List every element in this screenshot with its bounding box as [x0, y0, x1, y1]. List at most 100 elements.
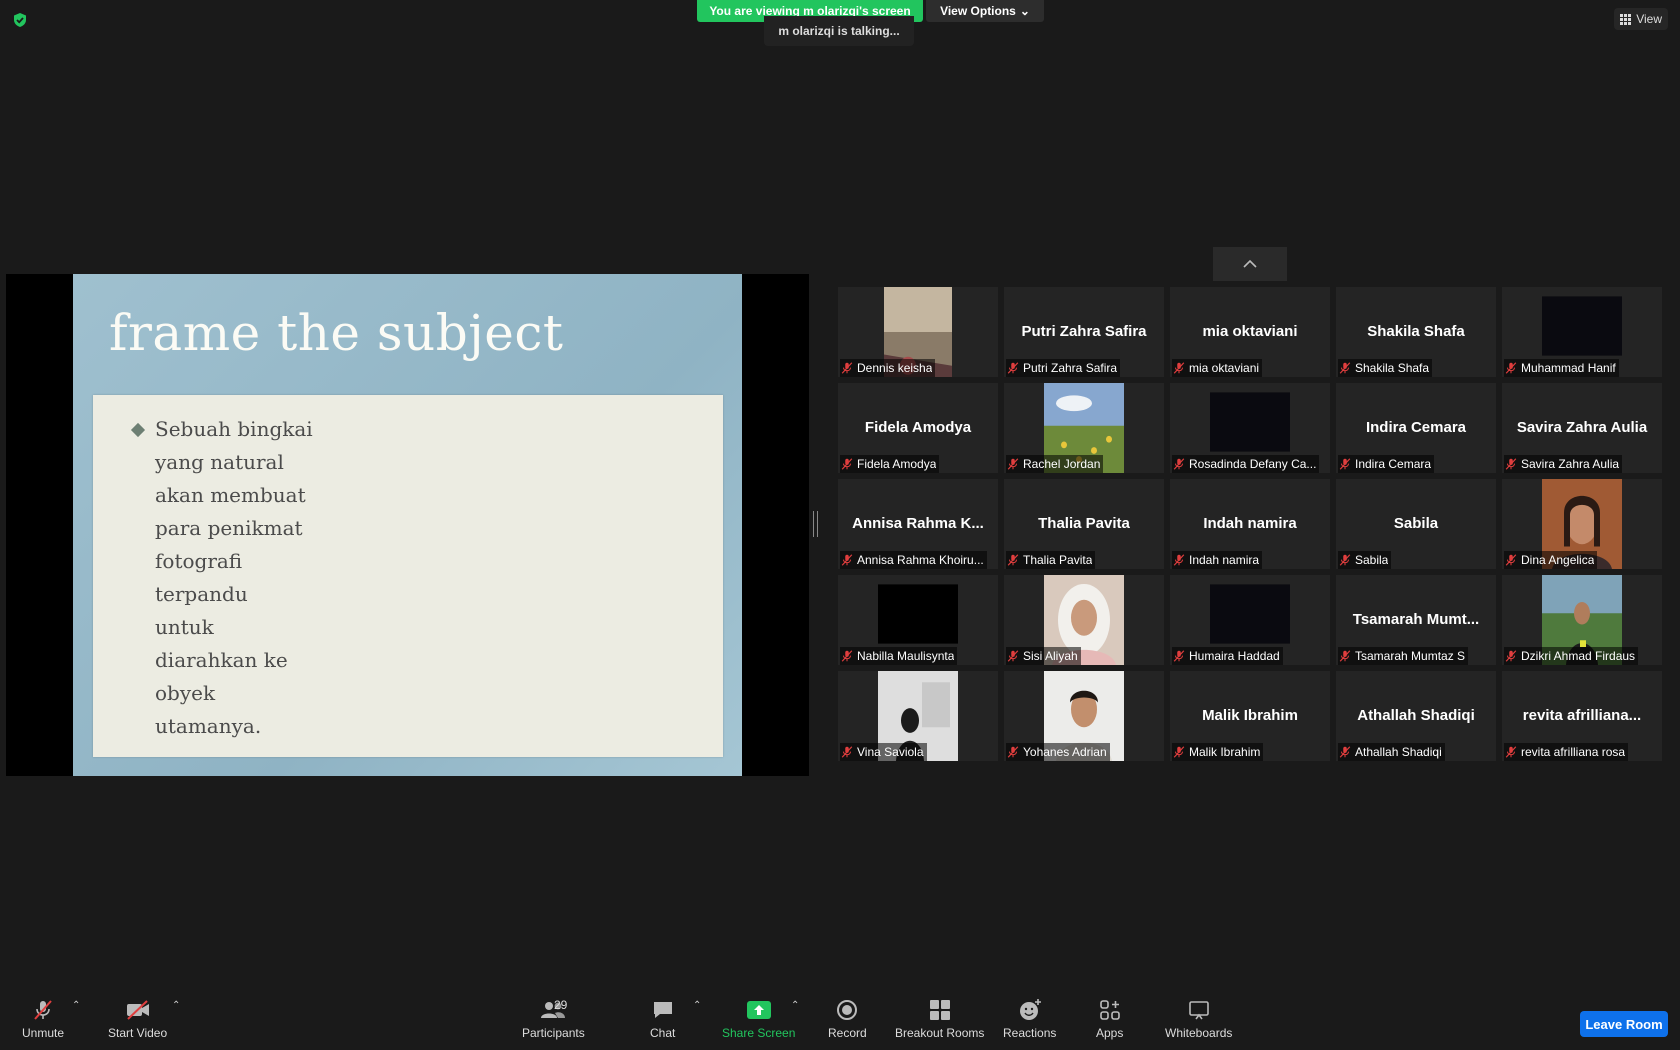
whiteboard-icon	[1188, 1001, 1209, 1020]
participant-tile[interactable]: Vina Saviola	[838, 671, 998, 761]
participant-name-label: Tsamarah Mumtaz S	[1338, 647, 1469, 665]
participant-name-label: Shakila Shafa	[1338, 359, 1433, 377]
participant-name: Annisa Rahma Khoiru...	[857, 553, 984, 567]
participants-button[interactable]: 29 Participants	[522, 998, 585, 1040]
participant-name: Thalia Pavita	[1023, 553, 1093, 567]
participant-name: Rosadinda Defany Ca...	[1189, 457, 1317, 471]
split-resize-handle[interactable]	[813, 511, 818, 537]
apps-icon	[1099, 1000, 1120, 1020]
chat-button[interactable]: Chat	[650, 998, 675, 1040]
participant-tile[interactable]: Rosadinda Defany Ca...	[1170, 383, 1330, 473]
participant-tile[interactable]: Sisi Aliyah	[1004, 575, 1164, 665]
slide-line: Sebuah bingkai	[155, 417, 313, 441]
participant-name-label: Yohanes Adrian	[1006, 743, 1110, 761]
participant-name-label: Putri Zahra Safira	[1006, 359, 1121, 377]
participant-tile[interactable]: Tsamarah Mumt... Tsamarah Mumtaz S	[1336, 575, 1496, 665]
participant-tile[interactable]: mia oktaviani mia oktaviani	[1170, 287, 1330, 377]
participant-name: Malik Ibrahim	[1189, 745, 1261, 759]
view-options-button[interactable]: View Options ⌄	[926, 0, 1044, 22]
participant-tile[interactable]: Yohanes Adrian	[1004, 671, 1164, 761]
participant-name-label: Nabilla Maulisynta	[840, 647, 958, 665]
audio-options-caret-icon[interactable]: ⌃	[72, 1000, 80, 1011]
unmute-button[interactable]: Unmute	[22, 998, 64, 1040]
participant-name: Dennis keisha	[857, 361, 933, 375]
participant-name-label: Indah namira	[1172, 551, 1263, 569]
participant-tile[interactable]: Annisa Rahma K... Annisa Rahma Khoiru...	[838, 479, 998, 569]
muted-mic-icon	[1505, 554, 1517, 566]
participant-name: mia oktaviani	[1189, 361, 1260, 375]
share-options-caret-icon[interactable]: ⌃	[791, 1000, 799, 1011]
muted-mic-icon	[841, 554, 853, 566]
participant-name: Dina Angelica	[1521, 553, 1595, 567]
breakout-rooms-button[interactable]: Breakout Rooms	[895, 998, 984, 1040]
shared-screen[interactable]: frame the subject Sebuah bingkai yang nat…	[6, 274, 809, 776]
muted-mic-icon	[1007, 362, 1019, 374]
participant-video	[1542, 296, 1622, 356]
participant-tile[interactable]: Thalia Pavita Thalia Pavita	[1004, 479, 1164, 569]
apps-button[interactable]: Apps	[1096, 998, 1123, 1040]
whiteboards-button[interactable]: Whiteboards	[1165, 998, 1232, 1040]
chevron-up-icon	[1243, 259, 1257, 268]
share-screen-button[interactable]: Share Screen	[722, 998, 795, 1040]
participant-tile[interactable]: Malik Ibrahim Malik Ibrahim	[1170, 671, 1330, 761]
participant-display-name: mia oktaviani	[1202, 323, 1298, 340]
reactions-button[interactable]: Reactions	[1003, 998, 1056, 1040]
chevron-down-icon: ⌄	[1019, 4, 1030, 18]
participant-name-label: Humaira Haddad	[1172, 647, 1283, 665]
participant-display-name: Tsamarah Mumt...	[1352, 611, 1480, 628]
participant-tile[interactable]: Dennis keisha	[838, 287, 998, 377]
share-screen-label: Share Screen	[722, 1026, 796, 1040]
chat-options-caret-icon[interactable]: ⌃	[693, 1000, 701, 1011]
muted-mic-icon	[1339, 746, 1351, 758]
participant-tile[interactable]: Savira Zahra Aulia Savira Zahra Aulia	[1502, 383, 1662, 473]
muted-mic-icon	[1173, 362, 1185, 374]
participant-name-label: Sisi Aliyah	[1006, 647, 1081, 665]
unmute-label: Unmute	[22, 1026, 65, 1040]
encryption-shield-icon[interactable]	[12, 12, 28, 28]
participant-tile[interactable]: Shakila Shafa Shakila Shafa	[1336, 287, 1496, 377]
video-options-caret-icon[interactable]: ⌃	[172, 1000, 180, 1011]
participant-name-label: Annisa Rahma Khoiru...	[840, 551, 987, 569]
muted-mic-icon	[1007, 458, 1019, 470]
slide-line: akan membuat	[155, 483, 306, 507]
record-icon	[837, 1000, 858, 1020]
participant-tile[interactable]: Indira Cemara Indira Cemara	[1336, 383, 1496, 473]
participant-name-label: Sabila	[1338, 551, 1392, 569]
muted-mic-icon	[1007, 650, 1019, 662]
share-screen-icon	[746, 1001, 771, 1019]
muted-mic-icon	[1505, 458, 1517, 470]
muted-mic-icon	[1505, 650, 1517, 662]
leave-room-button[interactable]: Leave Room	[1580, 1011, 1668, 1037]
participant-tile[interactable]: Indah namira Indah namira	[1170, 479, 1330, 569]
participant-name: Sisi Aliyah	[1023, 649, 1078, 663]
participant-display-name: revita afrilliana...	[1522, 707, 1642, 724]
participant-name: Savira Zahra Aulia	[1521, 457, 1620, 471]
participant-display-name: Indira Cemara	[1365, 419, 1467, 436]
participant-name-label: Vina Saviola	[840, 743, 927, 761]
muted-mic-icon	[1339, 362, 1351, 374]
participant-tile[interactable]: Rachel Jordan	[1004, 383, 1164, 473]
record-button[interactable]: Record	[828, 998, 867, 1040]
breakout-rooms-icon	[929, 1000, 950, 1020]
participant-tile[interactable]: Sabila Sabila	[1336, 479, 1496, 569]
participant-tile[interactable]: Fidela Amodya Fidela Amodya	[838, 383, 998, 473]
muted-mic-icon	[1007, 746, 1019, 758]
bullet-diamond-icon	[130, 422, 146, 438]
start-video-button[interactable]: Start Video	[108, 998, 167, 1040]
participant-tile[interactable]: Humaira Haddad	[1170, 575, 1330, 665]
view-button[interactable]: View	[1614, 8, 1668, 30]
participant-name-label: Rachel Jordan	[1006, 455, 1104, 473]
participant-tile[interactable]: Dina Angelica	[1502, 479, 1662, 569]
collapse-gallery-button[interactable]	[1213, 247, 1287, 281]
participant-name-label: Rosadinda Defany Ca...	[1172, 455, 1320, 473]
participant-video	[1210, 584, 1290, 644]
participant-tile[interactable]: Athallah Shadiqi Athallah Shadiqi	[1336, 671, 1496, 761]
participant-tile[interactable]: Muhammad Hanif	[1502, 287, 1662, 377]
participant-display-name: Malik Ibrahim	[1202, 707, 1298, 724]
participant-tile[interactable]: Nabilla Maulisynta	[838, 575, 998, 665]
participant-tile[interactable]: revita afrilliana... revita afrilliana ro…	[1502, 671, 1662, 761]
participant-tile[interactable]: Dzikri Ahmad Firdaus	[1502, 575, 1662, 665]
participant-name-label: Fidela Amodya	[840, 455, 940, 473]
participant-name: Dzikri Ahmad Firdaus	[1521, 649, 1636, 663]
participant-tile[interactable]: Putri Zahra Safira Putri Zahra Safira	[1004, 287, 1164, 377]
